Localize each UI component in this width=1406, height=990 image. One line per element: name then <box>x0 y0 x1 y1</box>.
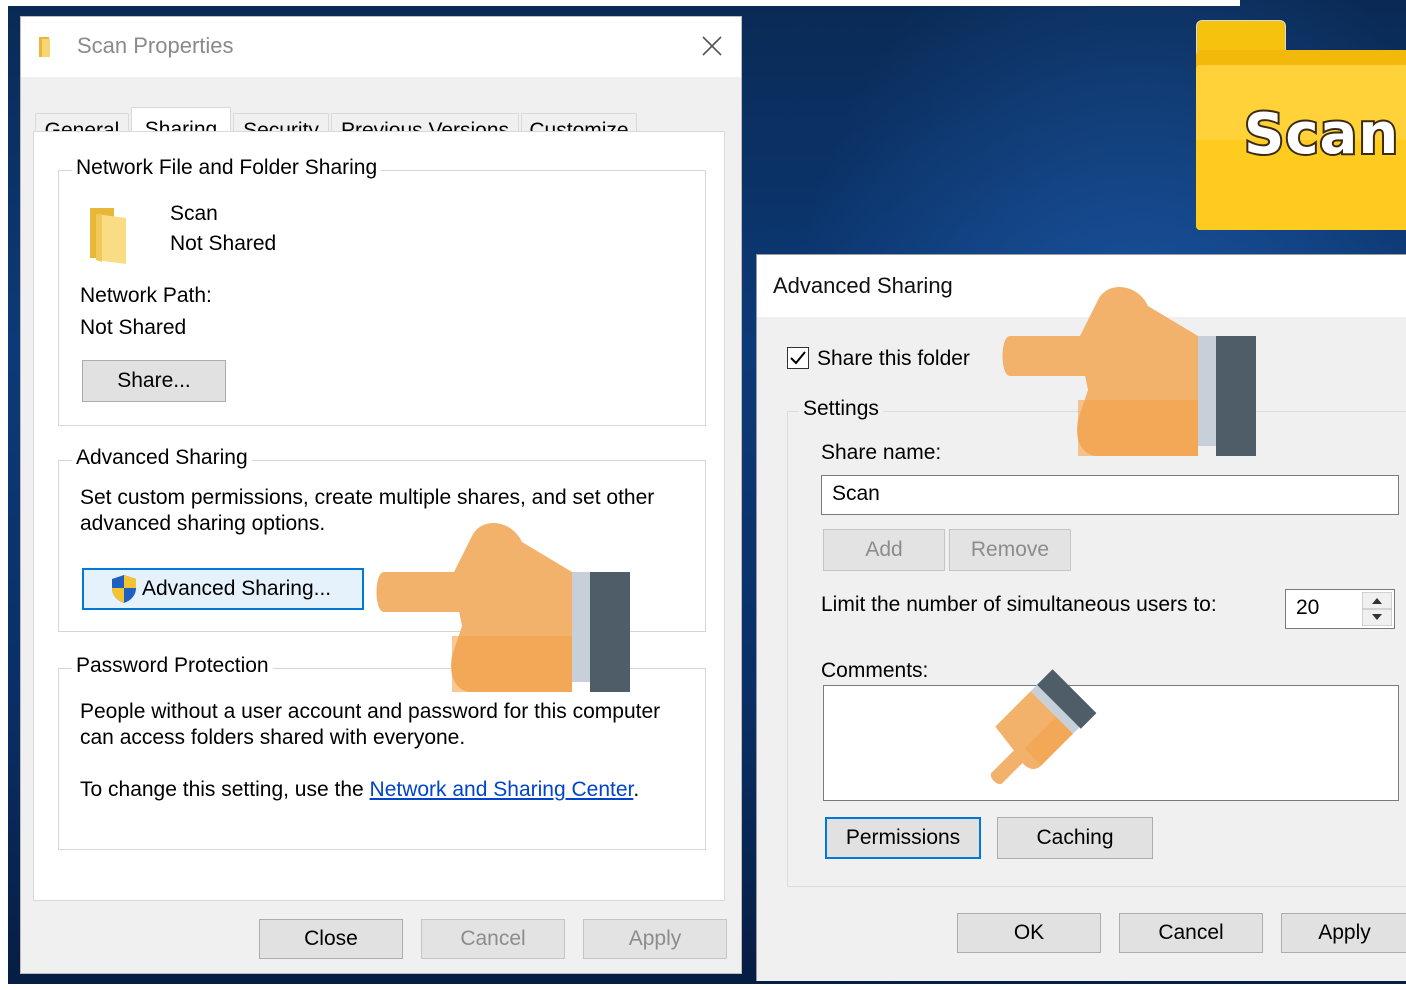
spinner-arrows-icon[interactable] <box>1362 592 1392 626</box>
shield-icon <box>112 575 136 603</box>
network-sharing-center-link[interactable]: Network and Sharing Center <box>370 778 634 801</box>
pointing-hand-icon <box>1002 287 1256 456</box>
password-protection-label: Password Protection <box>72 654 273 678</box>
advanced-sharing-label: Advanced Sharing <box>72 446 252 470</box>
border-top <box>0 0 1240 6</box>
password-protection-line1: People without a user account and passwo… <box>80 700 661 723</box>
advanced-sharing-title: Advanced Sharing <box>773 273 953 298</box>
share-name-input[interactable]: Scan <box>821 475 1399 515</box>
limit-users-label: Limit the number of simultaneous users t… <box>821 593 1217 616</box>
share-name-label: Share name: <box>821 441 942 464</box>
folder-icon <box>39 37 50 57</box>
border-bottom <box>0 984 1406 990</box>
share-this-folder-label[interactable]: Share this folder <box>817 347 970 371</box>
advanced-sharing-button-label: Advanced Sharing... <box>142 577 332 600</box>
dialog-title: Scan Properties <box>77 33 234 58</box>
password-protection-group <box>58 668 706 850</box>
network-path-value: Not Shared <box>80 316 187 339</box>
share-button[interactable]: Share... <box>82 360 226 402</box>
change-setting-suffix: . <box>633 778 640 801</box>
ok-button[interactable]: OK <box>957 913 1101 953</box>
limit-users-stepper[interactable]: 20 <box>1285 589 1395 629</box>
advanced-sharing-desc-line2: advanced sharing options. <box>80 512 326 535</box>
adv-cancel-button[interactable]: Cancel <box>1119 913 1263 953</box>
network-sharing-label: Network File and Folder Sharing <box>72 156 382 180</box>
change-setting-prefix: To change this setting, use the <box>80 778 370 801</box>
scan-folder-logo: Scan <box>1196 20 1406 230</box>
folder-name: Scan <box>170 202 218 225</box>
permissions-button[interactable]: Permissions <box>825 817 981 859</box>
settings-label: Settings <box>799 397 883 421</box>
logo-text: Scan <box>1242 100 1400 169</box>
close-icon[interactable] <box>701 35 723 57</box>
network-path-label: Network Path: <box>80 284 212 307</box>
share-name-value: Scan <box>832 482 880 505</box>
apply-button[interactable]: Apply <box>583 919 727 959</box>
pointing-hand-icon <box>990 669 1097 785</box>
scan-properties-dialog: Scan Properties General Sharing Security… <box>20 16 742 974</box>
folder-icon <box>90 208 126 264</box>
advanced-sharing-button[interactable]: Advanced Sharing... <box>82 568 364 610</box>
caching-button[interactable]: Caching <box>997 817 1153 859</box>
folder-share-status: Not Shared <box>170 232 277 255</box>
close-button[interactable]: Close <box>259 919 403 959</box>
title-bar: Scan Properties <box>21 17 741 77</box>
add-button[interactable]: Add <box>823 529 945 571</box>
pointing-hand-icon <box>376 523 630 692</box>
comments-textarea[interactable] <box>823 685 1399 801</box>
cancel-button[interactable]: Cancel <box>421 919 565 959</box>
share-this-folder-checkbox[interactable] <box>787 347 809 369</box>
comments-label: Comments: <box>821 659 929 682</box>
limit-users-value: 20 <box>1296 596 1320 619</box>
remove-button[interactable]: Remove <box>949 529 1071 571</box>
advanced-sharing-desc-line1: Set custom permissions, create multiple … <box>80 486 655 509</box>
adv-apply-button[interactable]: Apply <box>1281 913 1406 953</box>
checkmark-icon <box>790 351 806 365</box>
password-protection-line2: can access folders shared with everyone. <box>80 726 466 749</box>
border-left <box>0 0 8 990</box>
change-setting-text: To change this setting, use the Network … <box>80 778 639 802</box>
